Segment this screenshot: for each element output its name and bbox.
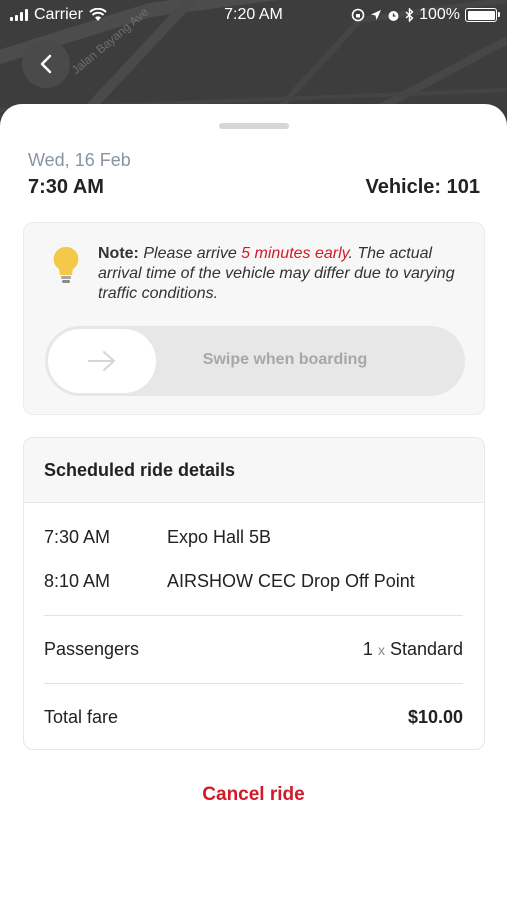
lock-rotation-icon — [351, 8, 365, 22]
lightbulb-icon — [53, 246, 79, 283]
note-text-before: Please arrive — [143, 245, 237, 262]
stop-time: 8:10 AM — [44, 571, 111, 591]
swipe-knob[interactable] — [48, 329, 156, 393]
stop-place: AIRSHOW CEC Drop Off Point — [167, 571, 415, 591]
ride-time: 7:30 AM — [28, 176, 104, 198]
stop-place: Expo Hall 5B — [167, 527, 272, 547]
back-button[interactable] — [22, 40, 70, 88]
status-bar: Carrier 7:20 AM 100% — [0, 0, 507, 32]
swipe-label: Swipe when boarding — [202, 351, 368, 368]
passengers-label: Passengers — [44, 639, 140, 659]
note-highlight: 5 minutes early — [241, 245, 349, 262]
ride-details-card: Scheduled ride details 7:30 AM Expo Hall… — [23, 437, 485, 750]
vehicle-number: Vehicle: 101 — [365, 176, 480, 198]
chevron-left-icon — [40, 54, 52, 74]
alarm-icon — [388, 10, 399, 21]
arrow-right-icon — [88, 351, 115, 371]
battery-percent: 100% — [419, 6, 460, 23]
ride-sheet: Wed, 16 Feb 7:30 AM Vehicle: 101 Note: P… — [0, 104, 507, 900]
divider — [44, 683, 463, 684]
note-label: Note: — [98, 245, 139, 262]
passengers-multiplier: x — [377, 642, 385, 658]
passengers-value: 1 x Standard — [363, 639, 463, 660]
bluetooth-icon — [405, 8, 414, 22]
stop-time: 7:30 AM — [44, 527, 111, 547]
fare-label: Total fare — [44, 707, 119, 727]
swipe-track[interactable]: Swipe when boarding — [45, 326, 465, 396]
passengers-type: Standard — [389, 639, 463, 659]
details-heading: Scheduled ride details — [24, 438, 484, 503]
drag-handle[interactable] — [219, 123, 289, 129]
note-card: Note: Please arrive 5 minutes early. The… — [23, 222, 485, 415]
fare-value: $10.00 — [407, 707, 463, 727]
cancel-ride-button[interactable]: Cancel ride — [0, 784, 507, 806]
passengers-count: 1 — [362, 639, 373, 659]
divider — [44, 615, 463, 616]
location-icon — [371, 10, 382, 20]
battery-icon — [465, 8, 500, 22]
note-text: Note: Please arrive 5 minutes early. The… — [98, 244, 470, 304]
ride-date: Wed, 16 Feb — [28, 150, 131, 170]
